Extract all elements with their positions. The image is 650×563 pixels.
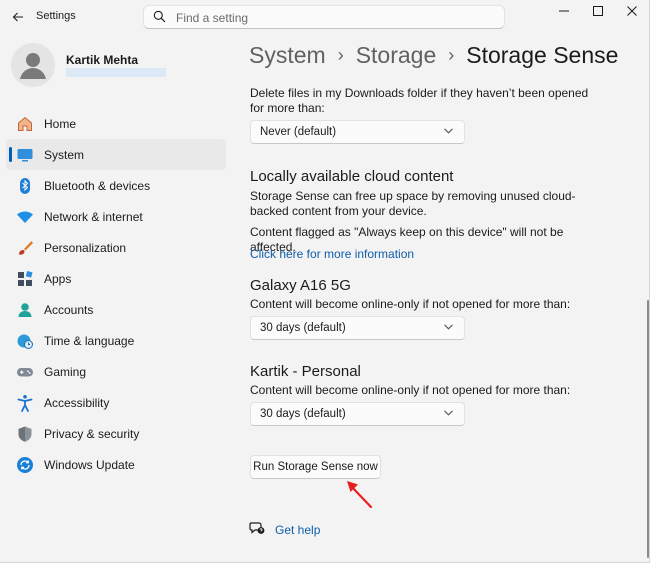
cloud-content-description: Storage Sense can free up space by remov… — [250, 189, 576, 218]
sidebar-item-accounts[interactable]: Accounts — [6, 294, 226, 325]
gamepad-icon — [17, 368, 33, 377]
back-arrow-icon — [12, 12, 23, 22]
close-icon — [627, 6, 637, 16]
home-icon — [18, 116, 32, 131]
page-title: Storage Sense — [466, 42, 619, 68]
sidebar-item-apps[interactable]: Apps — [6, 263, 226, 294]
sidebar-item-label: Accessibility — [44, 396, 110, 410]
more-info-link[interactable]: Click here for more information — [250, 247, 414, 261]
apps-icon — [18, 270, 33, 286]
sidebar-item-personalization[interactable]: Personalization — [6, 232, 226, 263]
search-input[interactable] — [174, 8, 478, 28]
run-storage-sense-button[interactable]: Run Storage Sense now — [250, 455, 381, 479]
user-avatar-icon — [20, 53, 46, 79]
sidebar-item-label: System — [44, 148, 85, 162]
sidebar-nav: Home System Bluetooth & devices Network … — [6, 108, 226, 480]
shield-icon — [18, 426, 32, 442]
dropdown-value: 30 days (default) — [260, 322, 346, 334]
red-arrow-annotation — [347, 481, 373, 509]
breadcrumb-system[interactable]: System — [249, 42, 326, 68]
breadcrumb: System › Storage › Storage Sense — [249, 42, 618, 69]
sidebar-item-accessibility[interactable]: Accessibility — [6, 387, 226, 418]
sidebar-item-time-language[interactable]: Time & language — [6, 325, 226, 356]
search-icon — [153, 10, 166, 23]
wifi-icon — [17, 211, 33, 223]
galaxy-heading: Galaxy A16 5G — [250, 277, 351, 294]
active-indicator — [9, 147, 12, 162]
sidebar-item-label: Gaming — [44, 365, 87, 379]
chevron-down-icon — [444, 128, 453, 134]
sidebar-item-label: Personalization — [44, 241, 127, 255]
galaxy-dropdown[interactable]: 30 days (default) — [250, 316, 465, 340]
sidebar-item-label: Time & language — [44, 334, 135, 348]
chevron-right-icon: › — [337, 45, 344, 65]
back-button[interactable] — [8, 7, 28, 27]
downloads-dropdown[interactable]: Never (default) — [250, 120, 465, 144]
chevron-right-icon: › — [448, 45, 455, 65]
minimize-icon — [559, 10, 569, 12]
sidebar-item-label: Apps — [44, 272, 72, 286]
maximize-button[interactable] — [581, 2, 615, 20]
sidebar-item-gaming[interactable]: Gaming — [6, 356, 226, 387]
get-help-link[interactable]: Get help — [275, 523, 320, 537]
bluetooth-icon — [20, 178, 30, 194]
galaxy-description: Content will become online-only if not o… — [250, 297, 571, 311]
dropdown-value: Never (default) — [260, 126, 337, 138]
minimize-button[interactable] — [547, 2, 581, 20]
sidebar-item-home[interactable]: Home — [6, 108, 226, 139]
sidebar-item-label: Accounts — [44, 303, 94, 317]
personal-heading: Kartik - Personal — [250, 363, 361, 380]
sidebar-item-network[interactable]: Network & internet — [6, 201, 226, 232]
help-chat-icon — [249, 522, 265, 534]
sidebar-item-label: Home — [44, 117, 77, 131]
sidebar-item-bluetooth[interactable]: Bluetooth & devices — [6, 170, 226, 201]
sidebar-item-system[interactable]: System — [6, 139, 226, 170]
settings-window: Settings Kartik Mehta Home System — [0, 0, 650, 563]
close-button[interactable] — [615, 2, 649, 20]
downloads-description: Delete files in my Downloads folder if t… — [250, 86, 589, 115]
system-icon — [17, 149, 33, 162]
sidebar-item-label: Network & internet — [44, 210, 143, 224]
sidebar-item-windows-update[interactable]: Windows Update — [6, 449, 226, 480]
maximize-icon — [593, 6, 603, 16]
accounts-icon — [18, 303, 32, 317]
breadcrumb-storage[interactable]: Storage — [356, 42, 437, 68]
personal-description: Content will become online-only if not o… — [250, 383, 571, 397]
sidebar-item-label: Windows Update — [44, 458, 135, 472]
cloud-content-heading: Locally available cloud content — [250, 168, 454, 185]
scrollbar[interactable] — [647, 300, 649, 558]
accessibility-icon — [17, 395, 33, 412]
sidebar-item-label: Bluetooth & devices — [44, 179, 151, 193]
avatar[interactable] — [11, 43, 55, 87]
search-box[interactable] — [143, 5, 505, 29]
chevron-down-icon — [444, 410, 453, 416]
user-name: Kartik Mehta — [66, 53, 139, 67]
app-title: Settings — [36, 10, 76, 22]
title-bar: Settings — [0, 0, 650, 34]
sidebar-item-privacy[interactable]: Privacy & security — [6, 418, 226, 449]
brush-icon — [19, 241, 33, 255]
sidebar-item-label: Privacy & security — [44, 427, 140, 441]
update-icon — [17, 457, 33, 473]
chevron-down-icon — [444, 324, 453, 330]
personal-dropdown[interactable]: 30 days (default) — [250, 402, 465, 426]
user-email-redacted — [66, 68, 166, 77]
globe-clock-icon — [17, 334, 33, 349]
dropdown-value: 30 days (default) — [260, 408, 346, 420]
